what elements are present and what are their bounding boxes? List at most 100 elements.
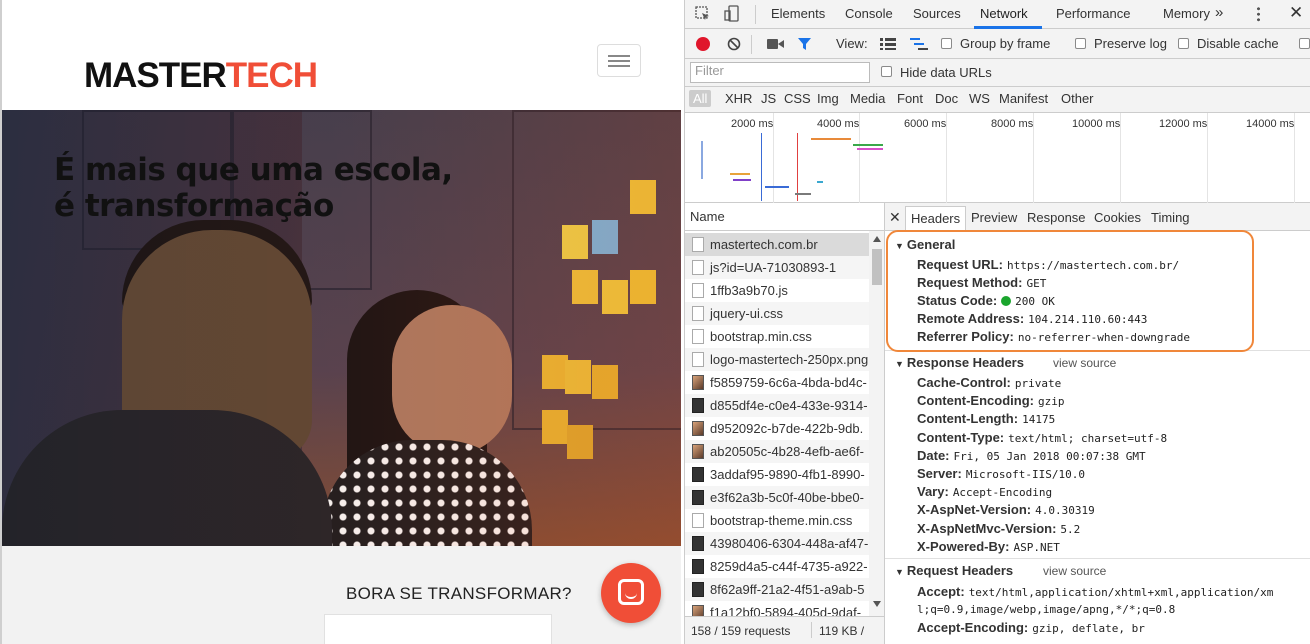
capture-screenshots-icon[interactable] xyxy=(767,38,785,50)
header-line: Accept-Encoding: gzip, deflate, br xyxy=(917,620,1145,635)
request-row[interactable]: logo-mastertech-250px.png xyxy=(685,348,869,371)
header-key: Accept-Encoding: xyxy=(917,620,1029,635)
record-icon[interactable] xyxy=(696,37,710,51)
filter-icon[interactable] xyxy=(797,37,812,51)
large-rows-icon[interactable] xyxy=(880,38,896,50)
waterfall-overview-icon[interactable] xyxy=(910,38,928,50)
filter-type-other[interactable]: Other xyxy=(1061,91,1094,106)
filter-type-all[interactable]: All xyxy=(689,90,712,107)
tab-cookies[interactable]: Cookies xyxy=(1094,210,1141,225)
request-row[interactable]: 8259d4a5-c44f-4735-a922- xyxy=(685,555,869,578)
name-column-header[interactable]: Name xyxy=(685,203,884,231)
header-key: Content-Length: xyxy=(917,411,1019,427)
hide-data-urls-checkbox[interactable] xyxy=(881,66,892,77)
response-headers-section-header[interactable]: ▼ Response Headers xyxy=(895,355,1024,370)
transferred-size: 119 KB / xyxy=(819,624,865,638)
filter-type-font[interactable]: Font xyxy=(897,91,923,106)
request-list: Name mastertech.com.br js?id=UA-71030893-… xyxy=(685,203,885,644)
kebab-menu-icon[interactable] xyxy=(1257,6,1260,22)
filter-type-js[interactable]: JS xyxy=(761,91,776,106)
clear-icon[interactable] xyxy=(727,37,741,51)
scroll-up-icon[interactable] xyxy=(873,236,881,242)
disable-cache-label: Disable cache xyxy=(1197,36,1279,51)
hide-data-urls-label: Hide data URLs xyxy=(900,65,992,80)
tab-console[interactable]: Console xyxy=(845,6,893,21)
filter-type-ws[interactable]: WS xyxy=(969,91,990,106)
document-icon xyxy=(692,513,704,528)
collapse-triangle-icon: ▼ xyxy=(895,359,904,369)
tab-sources[interactable]: Sources xyxy=(913,6,961,21)
image-icon xyxy=(692,536,704,551)
tab-network[interactable]: Network xyxy=(980,6,1028,21)
chat-launcher-button[interactable] xyxy=(601,563,661,623)
header-value: 14175 xyxy=(1022,413,1056,427)
request-row[interactable]: e3f62a3b-5c0f-40be-bbe0- xyxy=(685,486,869,509)
header-key: X-Powered-By: xyxy=(917,538,1010,554)
device-toolbar-icon[interactable] xyxy=(724,5,740,23)
filter-type-xhr[interactable]: XHR xyxy=(725,91,752,106)
request-name: 3addaf95-9890-4fb1-8990- xyxy=(710,467,865,482)
filter-type-media[interactable]: Media xyxy=(850,91,885,106)
request-name: 8f62a9ff-21a2-4f51-a9ab-5 xyxy=(710,582,865,597)
tab-elements[interactable]: Elements xyxy=(771,6,825,21)
cta-heading: BORA SE TRANSFORMAR? xyxy=(346,584,572,603)
request-row[interactable]: 43980406-6304-448a-af47- xyxy=(685,532,869,555)
timeline-tick: 4000 ms xyxy=(817,118,860,130)
tab-timing[interactable]: Timing xyxy=(1151,210,1190,225)
request-row[interactable]: bootstrap-theme.min.css xyxy=(685,509,869,532)
image-icon xyxy=(692,467,704,482)
view-source-link[interactable]: view source xyxy=(1043,564,1106,578)
scroll-down-icon[interactable] xyxy=(873,601,881,607)
filter-type-css[interactable]: CSS xyxy=(784,91,811,106)
group-by-frame-checkbox[interactable] xyxy=(941,38,952,49)
inspect-element-icon[interactable] xyxy=(695,6,711,22)
request-row[interactable]: mastertech.com.br xyxy=(685,233,869,256)
site-header: MASTERTECH xyxy=(2,0,681,110)
request-headers-section-header[interactable]: ▼ Request Headers xyxy=(895,563,1013,578)
name-column-label: Name xyxy=(690,209,725,224)
tab-response[interactable]: Response xyxy=(1027,210,1086,225)
request-row[interactable]: f5859759-6c6a-4bda-bd4c- xyxy=(685,371,869,394)
network-overview-timeline[interactable]: 2000 ms 4000 ms 6000 ms 8000 ms 10000 ms… xyxy=(685,113,1310,203)
request-row[interactable]: ab20505c-4b28-4efb-ae6f- xyxy=(685,440,869,463)
header-key: Accept: xyxy=(917,584,965,599)
header-line-continued: l;q=0.9,image/webp,image/apng,*/*;q=0.8 xyxy=(917,602,1175,616)
request-row[interactable]: js?id=UA-71030893-1 xyxy=(685,256,869,279)
scroll-thumb[interactable] xyxy=(872,249,882,285)
request-bar xyxy=(733,179,751,181)
disable-cache-checkbox[interactable] xyxy=(1178,38,1189,49)
filter-type-doc[interactable]: Doc xyxy=(935,91,958,106)
request-row[interactable]: d855df4e-c0e4-433e-9314- xyxy=(685,394,869,417)
request-row[interactable]: 8f62a9ff-21a2-4f51-a9ab-5 xyxy=(685,578,869,601)
header-line: Vary: Accept-Encoding xyxy=(917,484,1052,499)
request-row[interactable]: jquery-ui.css xyxy=(685,302,869,325)
filter-type-img[interactable]: Img xyxy=(817,91,839,106)
tab-preview[interactable]: Preview xyxy=(971,210,1017,225)
request-list-scrollbar[interactable] xyxy=(869,231,884,616)
request-row[interactable]: bootstrap.min.css xyxy=(685,325,869,348)
request-row[interactable]: 1ffb3a9b70.js xyxy=(685,279,869,302)
hero-banner: É mais que uma escola, é transformação xyxy=(2,110,681,546)
document-icon xyxy=(692,237,704,252)
image-icon xyxy=(692,398,704,413)
more-tabs-icon[interactable]: » xyxy=(1215,4,1223,21)
tab-performance[interactable]: Performance xyxy=(1056,6,1130,21)
close-detail-icon[interactable]: ✕ xyxy=(889,209,901,226)
preserve-log-checkbox[interactable] xyxy=(1075,38,1086,49)
filter-type-manifest[interactable]: Manifest xyxy=(999,91,1048,106)
menu-toggle-button[interactable] xyxy=(597,44,641,77)
offline-checkbox[interactable] xyxy=(1299,38,1310,49)
request-row[interactable]: 3addaf95-9890-4fb1-8990- xyxy=(685,463,869,486)
document-icon xyxy=(692,329,704,344)
request-row[interactable]: d952092c-b7de-422b-9db. xyxy=(685,417,869,440)
close-icon[interactable]: ✕ xyxy=(1289,3,1303,23)
tab-headers[interactable]: Headers xyxy=(905,206,967,232)
tab-memory[interactable]: Memory xyxy=(1163,6,1210,21)
logo-text-tech: TECH xyxy=(225,56,318,95)
view-source-link[interactable]: view source xyxy=(1053,356,1116,370)
header-line: X-AspNet-Version: 4.0.30319 xyxy=(917,502,1095,517)
site-logo[interactable]: MASTERTECH xyxy=(84,56,318,96)
filter-input[interactable]: Filter xyxy=(690,62,870,83)
header-value: gzip, deflate, br xyxy=(1032,622,1145,635)
header-value: ASP.NET xyxy=(1013,540,1060,554)
